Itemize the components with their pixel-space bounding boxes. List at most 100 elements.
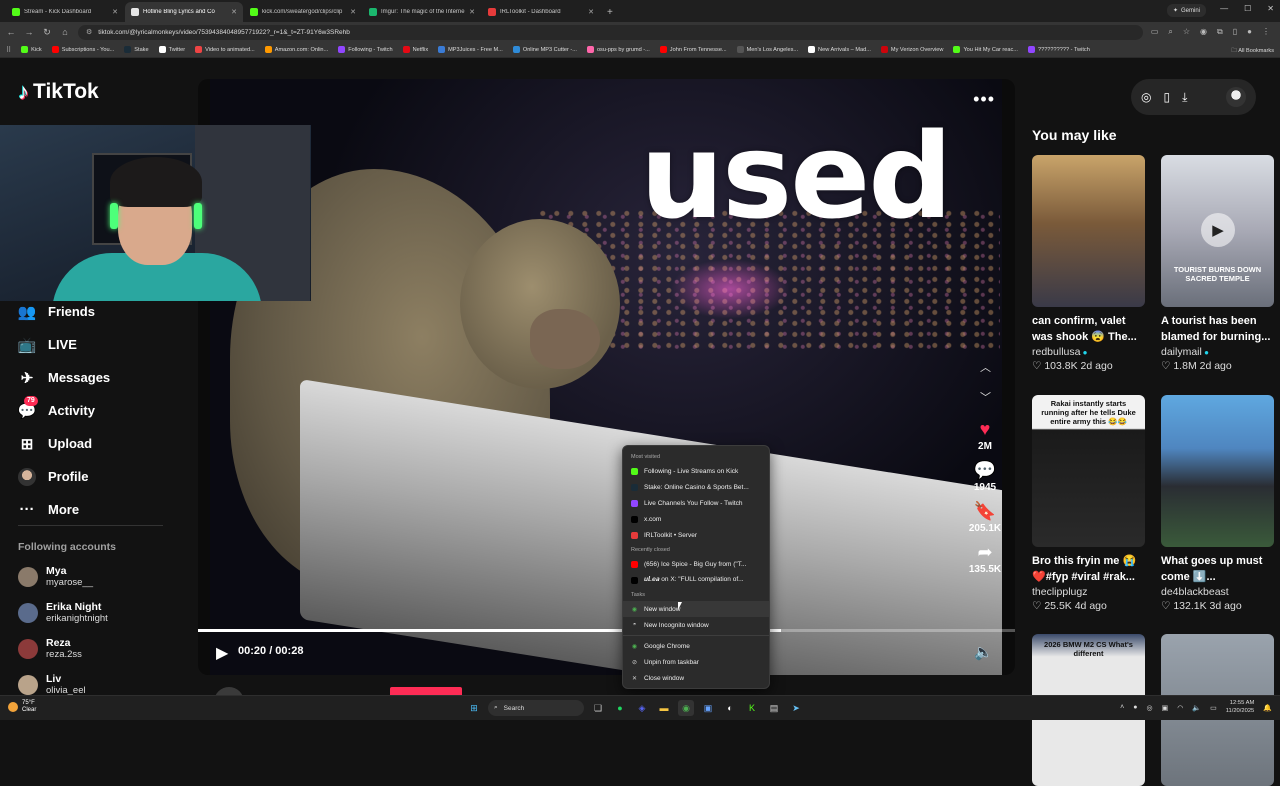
- save-button[interactable]: 🔖 205.1K: [964, 501, 1006, 534]
- jump-list-item[interactable]: ⊘ Unpin from taskbar: [623, 654, 769, 670]
- bookmark-item[interactable]: osu-pps by grumd -...: [586, 46, 650, 53]
- menu-icon[interactable]: ⋮: [1262, 27, 1270, 37]
- browser-tab[interactable]: IRLToolkit - Dashboard ✕: [482, 2, 600, 22]
- obs-icon[interactable]: ◐: [722, 700, 738, 716]
- tab-close-icon[interactable]: ✕: [112, 8, 118, 16]
- tray-app-icon-2[interactable]: ◎: [1147, 704, 1153, 712]
- jump-list-item[interactable]: ✕ Close window: [623, 670, 769, 686]
- like-button[interactable]: ♥ 2M: [964, 419, 1006, 452]
- suggestion-card[interactable]: can confirm, valet was shook 😨 The... red…: [1032, 155, 1145, 372]
- task-view-icon[interactable]: ❏: [590, 700, 606, 716]
- share-button[interactable]: ➦ 135.5K: [964, 542, 1006, 575]
- jump-list-item[interactable]: x.com: [623, 511, 769, 527]
- tray-app-icon[interactable]: ●: [1133, 704, 1137, 711]
- jump-list-item[interactable]: ◉ New window: [623, 601, 769, 617]
- play-icon[interactable]: ▶: [216, 643, 228, 663]
- kick-icon[interactable]: K: [744, 700, 760, 716]
- close-window-button[interactable]: ✕: [1267, 4, 1274, 13]
- suggestion-thumbnail[interactable]: [1032, 155, 1145, 307]
- suggestion-card[interactable]: Rakai instantly starts running after he …: [1032, 395, 1145, 612]
- battery-icon[interactable]: ▭: [1210, 704, 1217, 712]
- bookmark-item[interactable]: ?????????? - Twitch: [1027, 46, 1090, 53]
- comment-button[interactable]: 💬 1945: [964, 460, 1006, 493]
- taskbar-search[interactable]: ⌕ Search: [488, 700, 584, 716]
- following-account[interactable]: Erika Night erikanightnight: [18, 601, 188, 625]
- maximize-button[interactable]: ☐: [1244, 4, 1251, 13]
- all-bookmarks-button[interactable]: 🗀 All Bookmarks: [1225, 46, 1274, 56]
- suggestion-card[interactable]: TOURIST BURNS DOWN SACRED TEMPLE ▶ A touri…: [1161, 155, 1274, 372]
- browser-tab[interactable]: Imgur: The magic of the Interne ✕: [363, 2, 481, 22]
- suggestion-card[interactable]: What goes up must come ⬇️... de4blackbeas…: [1161, 395, 1274, 612]
- notifications-icon[interactable]: 🔔: [1263, 704, 1272, 712]
- tab-close-icon[interactable]: ✕: [469, 8, 475, 16]
- sidebar-item-more[interactable]: ··· More: [18, 493, 178, 526]
- url-field[interactable]: ⚙ tiktok.com/@lyricalmonkeys/video/75394…: [78, 24, 1143, 40]
- bookmark-item[interactable]: Online MP3 Cutter -...: [512, 46, 577, 53]
- extension-icon[interactable]: ◉: [1200, 27, 1207, 37]
- jump-list-item[interactable]: (656) Ice Spice - Big Guy from ("T...: [623, 556, 769, 572]
- video-progress-bar[interactable]: [198, 629, 1015, 632]
- download-icon[interactable]: ⤓: [1182, 90, 1187, 105]
- home-icon[interactable]: ⌂: [60, 27, 70, 37]
- extensions-puzzle-icon[interactable]: ⧉: [1217, 27, 1223, 37]
- clock[interactable]: 12:55 AM 11/20/2025: [1226, 700, 1255, 715]
- minimize-button[interactable]: —: [1220, 4, 1228, 13]
- bookmark-item[interactable]: Kick: [21, 46, 42, 53]
- jump-list-item[interactable]: ◓ New Incognito window: [623, 617, 769, 633]
- browser-tab[interactable]: kick.com/sweatergod/clips/clip ✕: [244, 2, 362, 22]
- tiktok-logo[interactable]: ♪ TikTok: [18, 79, 99, 105]
- sidebar-item-profile[interactable]: Profile: [18, 460, 178, 493]
- phone-icon[interactable]: ▯: [1163, 90, 1170, 104]
- bookmark-item[interactable]: Men's Los Angeles...: [736, 46, 798, 53]
- jump-list-item[interactable]: Live Channels You Follow - Twitch: [623, 495, 769, 511]
- zoom-icon[interactable]: ⌕: [1168, 27, 1172, 37]
- jump-list-item[interactable]: 𝒖𝑳𝒆𝒂 on X: "FULL compilation of...: [623, 572, 769, 588]
- chevron-down-icon[interactable]: ﹀: [980, 389, 991, 405]
- cast-icon[interactable]: ▭: [1151, 27, 1159, 37]
- new-tab-button[interactable]: +: [607, 7, 613, 18]
- apps-icon[interactable]: ⠿: [6, 46, 11, 54]
- bookmark-item[interactable]: Subscriptions - You...: [51, 46, 114, 53]
- back-icon[interactable]: ←: [6, 27, 16, 37]
- bookmark-item[interactable]: Video to animated...: [195, 46, 255, 53]
- app-icon[interactable]: ▤: [766, 700, 782, 716]
- spotify-icon[interactable]: ●: [612, 700, 628, 716]
- suggestion-thumbnail[interactable]: [1161, 395, 1274, 547]
- following-account[interactable]: Liv olivia_eel: [18, 673, 188, 697]
- bookmark-item[interactable]: New Arrivals – Mad...: [808, 46, 871, 53]
- tab-close-icon[interactable]: ✕: [588, 8, 594, 16]
- bookmark-item[interactable]: Twitter: [158, 46, 185, 53]
- weather-widget[interactable]: 75°F Clear: [8, 700, 36, 714]
- sidebar-item-messages[interactable]: ✈ Messages: [18, 361, 178, 394]
- reload-icon[interactable]: ↻: [42, 27, 52, 38]
- sidebar-item-upload[interactable]: ⊞ Upload: [18, 427, 178, 460]
- jump-list-item[interactable]: IRLToolkit • Server: [623, 527, 769, 543]
- tray-app-icon-3[interactable]: ▣: [1162, 704, 1169, 712]
- star-icon[interactable]: ☆: [1183, 27, 1190, 37]
- bookmark-item[interactable]: Amazon.com: Onlin...: [264, 46, 328, 53]
- bookmark-item[interactable]: You Hit My Car reac...: [953, 46, 1018, 53]
- site-info-icon[interactable]: ⚙: [86, 28, 92, 36]
- forward-icon[interactable]: →: [24, 27, 34, 37]
- bookmark-item[interactable]: Netflix: [402, 46, 428, 53]
- following-account[interactable]: Mya myarose__: [18, 565, 188, 589]
- chevron-up-tray-icon[interactable]: ˄: [1120, 704, 1124, 711]
- compass-icon[interactable]: ◎: [1141, 90, 1151, 104]
- sidebar-item-live[interactable]: 📺 LIVE: [18, 328, 178, 361]
- more-options-icon[interactable]: •••: [973, 89, 995, 110]
- browser-tab[interactable]: Hotline Bling Lyrics and Co ✕: [125, 2, 243, 22]
- photos-icon[interactable]: ▣: [700, 700, 716, 716]
- jump-list-item[interactable]: ◉ Google Chrome: [623, 638, 769, 654]
- wifi-icon[interactable]: ◠: [1177, 704, 1183, 712]
- jump-list-item[interactable]: Stake: Online Casino & Sports Bet...: [623, 479, 769, 495]
- chevron-up-icon[interactable]: ︿: [980, 359, 991, 375]
- jump-list-item[interactable]: Following - Live Streams on Kick: [623, 463, 769, 479]
- discord-icon[interactable]: ◈: [634, 700, 650, 716]
- following-account[interactable]: Reza reza.2ss: [18, 637, 188, 661]
- bookmark-item[interactable]: John From Tennesse...: [659, 46, 727, 53]
- user-avatar[interactable]: [1226, 87, 1246, 107]
- tab-close-icon[interactable]: ✕: [231, 8, 237, 16]
- bookmark-item[interactable]: Stake: [124, 46, 149, 53]
- windows-start-icon[interactable]: ⊞: [466, 700, 482, 716]
- bookmark-item[interactable]: My Verizon Overview: [880, 46, 943, 53]
